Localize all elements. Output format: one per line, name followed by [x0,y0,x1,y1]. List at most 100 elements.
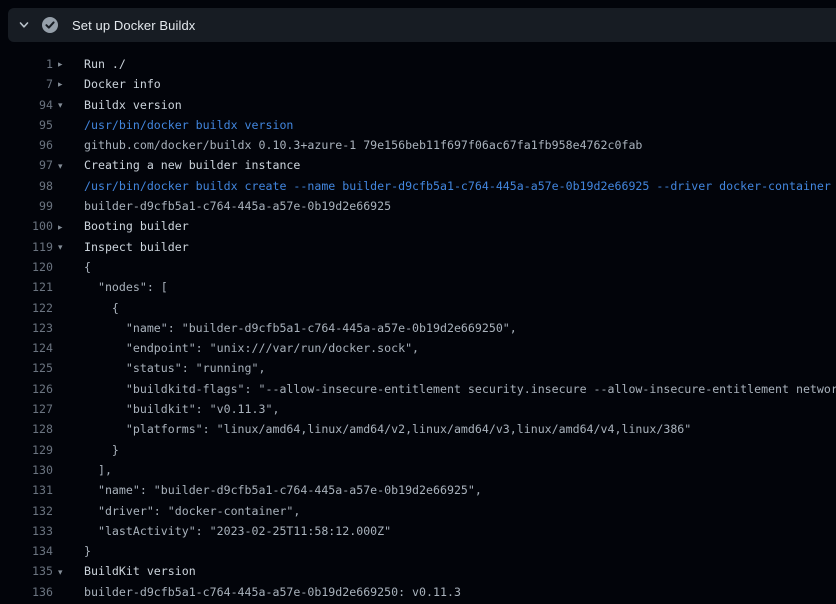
line-number[interactable]: 119 [0,237,53,257]
log-text: "buildkitd-flags": "--allow-insecure-ent… [53,379,836,399]
log-text: "name": "builder-d9cfb5a1-c764-445a-a57e… [53,480,482,500]
log-text: /usr/bin/docker buildx create --name bui… [53,176,831,196]
log-line: 135 ▼ BuildKit version [0,561,836,581]
log-text: { [53,298,119,318]
log-group-toggle[interactable]: ▶ Booting builder [53,216,189,236]
line-number[interactable]: 7 [0,74,53,94]
line-number[interactable]: 133 [0,521,53,541]
log-text: } [53,440,119,460]
triangle-right-icon: ▶ [58,60,63,68]
log-group-toggle[interactable]: ▶ Run ./ [53,54,126,74]
line-number[interactable]: 125 [0,358,53,378]
line-number[interactable]: 100 [0,216,53,236]
line-number[interactable]: 99 [0,196,53,216]
triangle-right-icon: ▶ [58,81,63,89]
line-number[interactable]: 124 [0,338,53,358]
log-text: "driver": "docker-container", [53,501,300,521]
line-number[interactable]: 123 [0,318,53,338]
check-circle-icon [41,16,59,34]
line-number[interactable]: 134 [0,541,53,561]
log-text: "status": "running", [53,358,265,378]
log-line: 120{ [0,257,836,277]
group-title: Run ./ [84,57,126,71]
line-number[interactable]: 132 [0,501,53,521]
line-number[interactable]: 94 [0,95,53,115]
log-line: 136builder-d9cfb5a1-c764-445a-a57e-0b19d… [0,582,836,602]
log-group-toggle[interactable]: ▼ Creating a new builder instance [53,155,300,175]
log-group-toggle[interactable]: ▶ Docker info [53,74,161,94]
log-line: 124 "endpoint": "unix:///var/run/docker.… [0,338,836,358]
line-number[interactable]: 121 [0,277,53,297]
log-text: "lastActivity": "2023-02-25T11:58:12.000… [53,521,391,541]
log-line: 126 "buildkitd-flags": "--allow-insecure… [0,379,836,399]
group-title: Docker info [84,77,161,91]
group-title: Booting builder [84,219,189,233]
step-header[interactable]: Set up Docker Buildx [8,8,836,42]
group-title: Creating a new builder instance [84,158,300,172]
line-number[interactable]: 129 [0,440,53,460]
log-line: 130 ], [0,460,836,480]
group-title: BuildKit version [84,564,196,578]
log-line: 95/usr/bin/docker buildx version [0,115,836,135]
log-line: 129 } [0,440,836,460]
step-title: Set up Docker Buildx [72,18,195,33]
log-line: 119 ▼ Inspect builder [0,237,836,257]
log-text: builder-d9cfb5a1-c764-445a-a57e-0b19d2e6… [53,196,391,216]
log-line: 123 "name": "builder-d9cfb5a1-c764-445a-… [0,318,836,338]
line-number[interactable]: 96 [0,135,53,155]
log-line: 127 "buildkit": "v0.11.3", [0,399,836,419]
log-text: { [53,257,91,277]
line-number[interactable]: 98 [0,176,53,196]
log-line: 125 "status": "running", [0,358,836,378]
line-number[interactable]: 131 [0,480,53,500]
triangle-down-icon: ▼ [58,101,63,109]
log-line: 121 "nodes": [ [0,277,836,297]
log-line: 122 { [0,298,836,318]
log-line: 94 ▼ Buildx version [0,95,836,115]
log-line: 97 ▼ Creating a new builder instance [0,155,836,175]
log-line: 7 ▶ Docker info [0,74,836,94]
log-line: 132 "driver": "docker-container", [0,501,836,521]
log-text: builder-d9cfb5a1-c764-445a-a57e-0b19d2e6… [53,582,461,602]
line-number[interactable]: 127 [0,399,53,419]
line-number[interactable]: 95 [0,115,53,135]
log-group-toggle[interactable]: ▼ Buildx version [53,95,182,115]
triangle-down-icon: ▼ [58,162,63,170]
log-text: /usr/bin/docker buildx version [53,115,293,135]
group-title: Buildx version [84,98,182,112]
line-number[interactable]: 97 [0,155,53,175]
log-text: "platforms": "linux/amd64,linux/amd64/v2… [53,419,691,439]
log-line: 134} [0,541,836,561]
log-line: 128 "platforms": "linux/amd64,linux/amd6… [0,419,836,439]
group-title: Inspect builder [84,240,189,254]
log-line: 98/usr/bin/docker buildx create --name b… [0,176,836,196]
log-text: github.com/docker/buildx 0.10.3+azure-1 … [53,135,642,155]
triangle-down-icon: ▼ [58,568,63,576]
log-text: } [53,541,91,561]
log-line: 133 "lastActivity": "2023-02-25T11:58:12… [0,521,836,541]
line-number[interactable]: 130 [0,460,53,480]
log-text: "buildkit": "v0.11.3", [53,399,279,419]
line-number[interactable]: 1 [0,54,53,74]
chevron-down-icon[interactable] [17,18,31,32]
log-group-toggle[interactable]: ▼ Inspect builder [53,237,189,257]
triangle-down-icon: ▼ [58,243,63,251]
log-text: "nodes": [ [53,277,168,297]
log-group-toggle[interactable]: ▼ BuildKit version [53,561,196,581]
log-lines: 1 ▶ Run ./ 7 ▶ Docker info 94 ▼ Buildx version 95… [0,54,836,602]
log-line: 1 ▶ Run ./ [0,54,836,74]
line-number[interactable]: 136 [0,582,53,602]
log-text: "name": "builder-d9cfb5a1-c764-445a-a57e… [53,318,517,338]
log-text: ], [53,460,112,480]
log-text: "endpoint": "unix:///var/run/docker.sock… [53,338,419,358]
line-number[interactable]: 126 [0,379,53,399]
log-line: 100 ▶ Booting builder [0,216,836,236]
line-number[interactable]: 122 [0,298,53,318]
triangle-right-icon: ▶ [58,223,63,231]
log-line: 99builder-d9cfb5a1-c764-445a-a57e-0b19d2… [0,196,836,216]
log-line: 96github.com/docker/buildx 0.10.3+azure-… [0,135,836,155]
line-number[interactable]: 128 [0,419,53,439]
line-number[interactable]: 135 [0,561,53,581]
log-line: 131 "name": "builder-d9cfb5a1-c764-445a-… [0,480,836,500]
line-number[interactable]: 120 [0,257,53,277]
